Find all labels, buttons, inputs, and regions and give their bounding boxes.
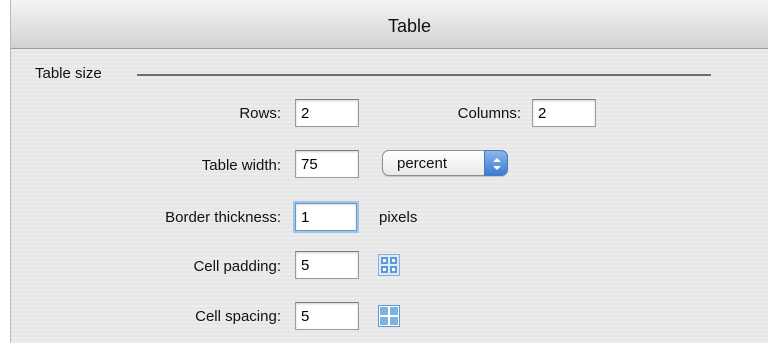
table-width-input[interactable]	[295, 150, 359, 178]
table-dialog: Table Table size Rows: Columns: Table wi…	[10, 0, 768, 343]
border-unit-label: pixels	[379, 209, 418, 226]
table-width-label: Table width:	[201, 157, 281, 174]
border-thickness-input[interactable]	[295, 203, 357, 231]
title-bar: Table	[11, 0, 768, 49]
border-thickness-label: Border thickness:	[165, 209, 281, 226]
cell-spacing-icon	[378, 305, 400, 327]
columns-input[interactable]	[532, 99, 596, 127]
width-unit-select[interactable]: percent	[382, 150, 508, 176]
rows-label: Rows:	[239, 105, 281, 122]
section-label-table-size: Table size	[35, 65, 102, 82]
up-down-chevron-icon	[484, 150, 508, 176]
cell-padding-label: Cell padding:	[193, 258, 281, 275]
rows-input[interactable]	[295, 99, 359, 127]
cell-spacing-input[interactable]	[295, 302, 359, 330]
cell-padding-input[interactable]	[295, 251, 359, 279]
cell-padding-icon	[378, 254, 400, 276]
columns-label: Columns:	[457, 105, 521, 122]
dialog-body: Table size Rows: Columns: Table width: p…	[11, 49, 768, 343]
cell-spacing-label: Cell spacing:	[195, 308, 281, 325]
dialog-title: Table	[387, 16, 432, 36]
width-unit-value: percent	[397, 155, 448, 172]
section-divider	[137, 74, 711, 76]
